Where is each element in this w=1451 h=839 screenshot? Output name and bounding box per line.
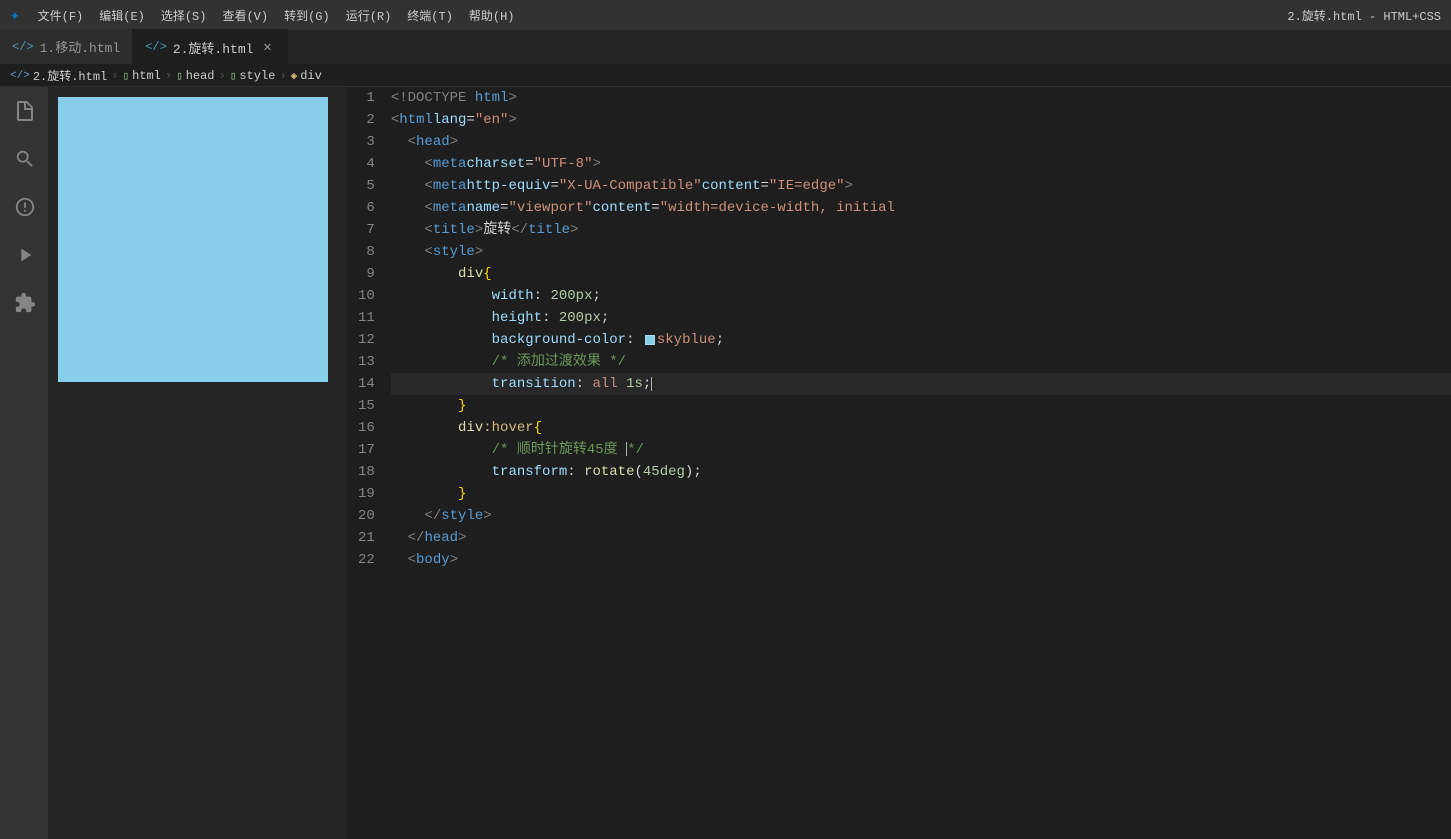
code-line-16: div:hover { (391, 417, 1451, 439)
breadcrumb-file: </> 2.旋转.html (10, 67, 107, 84)
code-line-8: <style> (391, 241, 1451, 263)
extensions-icon (14, 292, 36, 314)
code-line-14: transition: all 1s; (391, 373, 1451, 395)
code-line-9: div { (391, 263, 1451, 285)
tab-label-active: 2.旋转.html (173, 38, 254, 57)
breadcrumb-style-icon: ▯ (230, 69, 237, 83)
main-area: 1 2 3 4 5 6 7 8 9 10 11 12 13 14 15 16 1… (0, 87, 1451, 839)
breadcrumb-sep-3: › (219, 69, 226, 83)
activitybar (0, 87, 48, 839)
tab-2-rotate[interactable]: </> 2.旋转.html ✕ (133, 29, 288, 64)
menu-edit[interactable]: 编辑(E) (91, 3, 153, 28)
code-line-18: transform: rotate(45deg); (391, 461, 1451, 483)
breadcrumb-html: ▯ html (122, 69, 160, 83)
tabbar: </> 1.移动.html </> 2.旋转.html ✕ (0, 30, 1451, 65)
activity-run[interactable] (0, 231, 48, 279)
preview-panel (48, 87, 348, 839)
git-icon (14, 196, 36, 218)
breadcrumb-head-icon: ▯ (176, 69, 183, 83)
menu-view[interactable]: 查看(V) (214, 3, 276, 28)
titlebar-menu: ✦ 文件(F) 编辑(E) 选择(S) 查看(V) 转到(G) 运行(R) 终端… (10, 3, 1441, 28)
code-line-11: height: 200px; (391, 307, 1451, 329)
editor[interactable]: 1 2 3 4 5 6 7 8 9 10 11 12 13 14 15 16 1… (348, 87, 1451, 839)
breadcrumb-html-icon: ▯ (122, 69, 129, 83)
breadcrumb-sep-1: › (111, 69, 118, 83)
code-line-17: /* 顺时针旋转45度 */ (391, 439, 1451, 461)
titlebar-right-title: 2.旋转.html - HTML+CSS (1287, 7, 1441, 24)
code-line-19: } (391, 483, 1451, 505)
breadcrumb-file-icon: </> (10, 70, 30, 82)
breadcrumb: </> 2.旋转.html › ▯ html › ▯ head › ▯ styl… (0, 65, 1451, 87)
code-line-5: <meta http-equiv="X-UA-Compatible" conte… (391, 175, 1451, 197)
run-icon (14, 244, 36, 266)
code-line-7: <title>旋转</title> (391, 219, 1451, 241)
titlebar: ✦ 文件(F) 编辑(E) 选择(S) 查看(V) 转到(G) 运行(R) 终端… (0, 0, 1451, 30)
activity-files[interactable] (0, 87, 48, 135)
menu-goto[interactable]: 转到(G) (276, 3, 338, 28)
breadcrumb-sep-4: › (279, 69, 286, 83)
tab-close-button[interactable]: ✕ (259, 39, 275, 55)
code-line-10: width: 200px; (391, 285, 1451, 307)
breadcrumb-head: ▯ head (176, 69, 214, 83)
code-line-2: <html lang="en"> (391, 109, 1451, 131)
activity-extensions[interactable] (0, 279, 48, 327)
menu-terminal[interactable]: 终端(T) (399, 3, 461, 28)
activity-search[interactable] (0, 135, 48, 183)
code-line-12: background-color: skyblue; (391, 329, 1451, 351)
code-editor[interactable]: <!DOCTYPE html> <html lang="en"> <head> … (391, 87, 1451, 839)
code-line-22: <body> (391, 549, 1451, 571)
tab-file-icon-active: </> (145, 40, 167, 54)
breadcrumb-div: ◈ div (291, 69, 322, 83)
preview-div-element (58, 97, 328, 382)
search-icon (14, 148, 36, 170)
menu-run[interactable]: 运行(R) (338, 3, 400, 28)
code-line-13: /* 添加过渡效果 */ (391, 351, 1451, 373)
tab-1-moving[interactable]: </> 1.移动.html (0, 29, 133, 64)
breadcrumb-style: ▯ style (230, 69, 276, 83)
code-line-3: <head> (391, 131, 1451, 153)
menu-select[interactable]: 选择(S) (153, 3, 215, 28)
code-line-6: <meta name="viewport" content="width=dev… (391, 197, 1451, 219)
code-line-4: <meta charset="UTF-8"> (391, 153, 1451, 175)
activity-git[interactable] (0, 183, 48, 231)
code-line-15: } (391, 395, 1451, 417)
line-numbers: 1 2 3 4 5 6 7 8 9 10 11 12 13 14 15 16 1… (348, 87, 391, 839)
editor-content[interactable]: 1 2 3 4 5 6 7 8 9 10 11 12 13 14 15 16 1… (348, 87, 1451, 839)
tab-label: 1.移动.html (40, 37, 121, 56)
breadcrumb-sep-2: › (165, 69, 172, 83)
code-line-1: <!DOCTYPE html> (391, 87, 1451, 109)
color-swatch-skyblue (645, 335, 655, 345)
code-line-21: </head> (391, 527, 1451, 549)
code-line-20: </style> (391, 505, 1451, 527)
files-icon (13, 99, 37, 123)
vscode-logo-icon: ✦ (10, 5, 20, 25)
tab-file-icon: </> (12, 40, 34, 54)
menu-help[interactable]: 帮助(H) (461, 3, 523, 28)
menu-file[interactable]: 文件(F) (30, 3, 92, 28)
breadcrumb-div-icon: ◈ (291, 69, 298, 83)
